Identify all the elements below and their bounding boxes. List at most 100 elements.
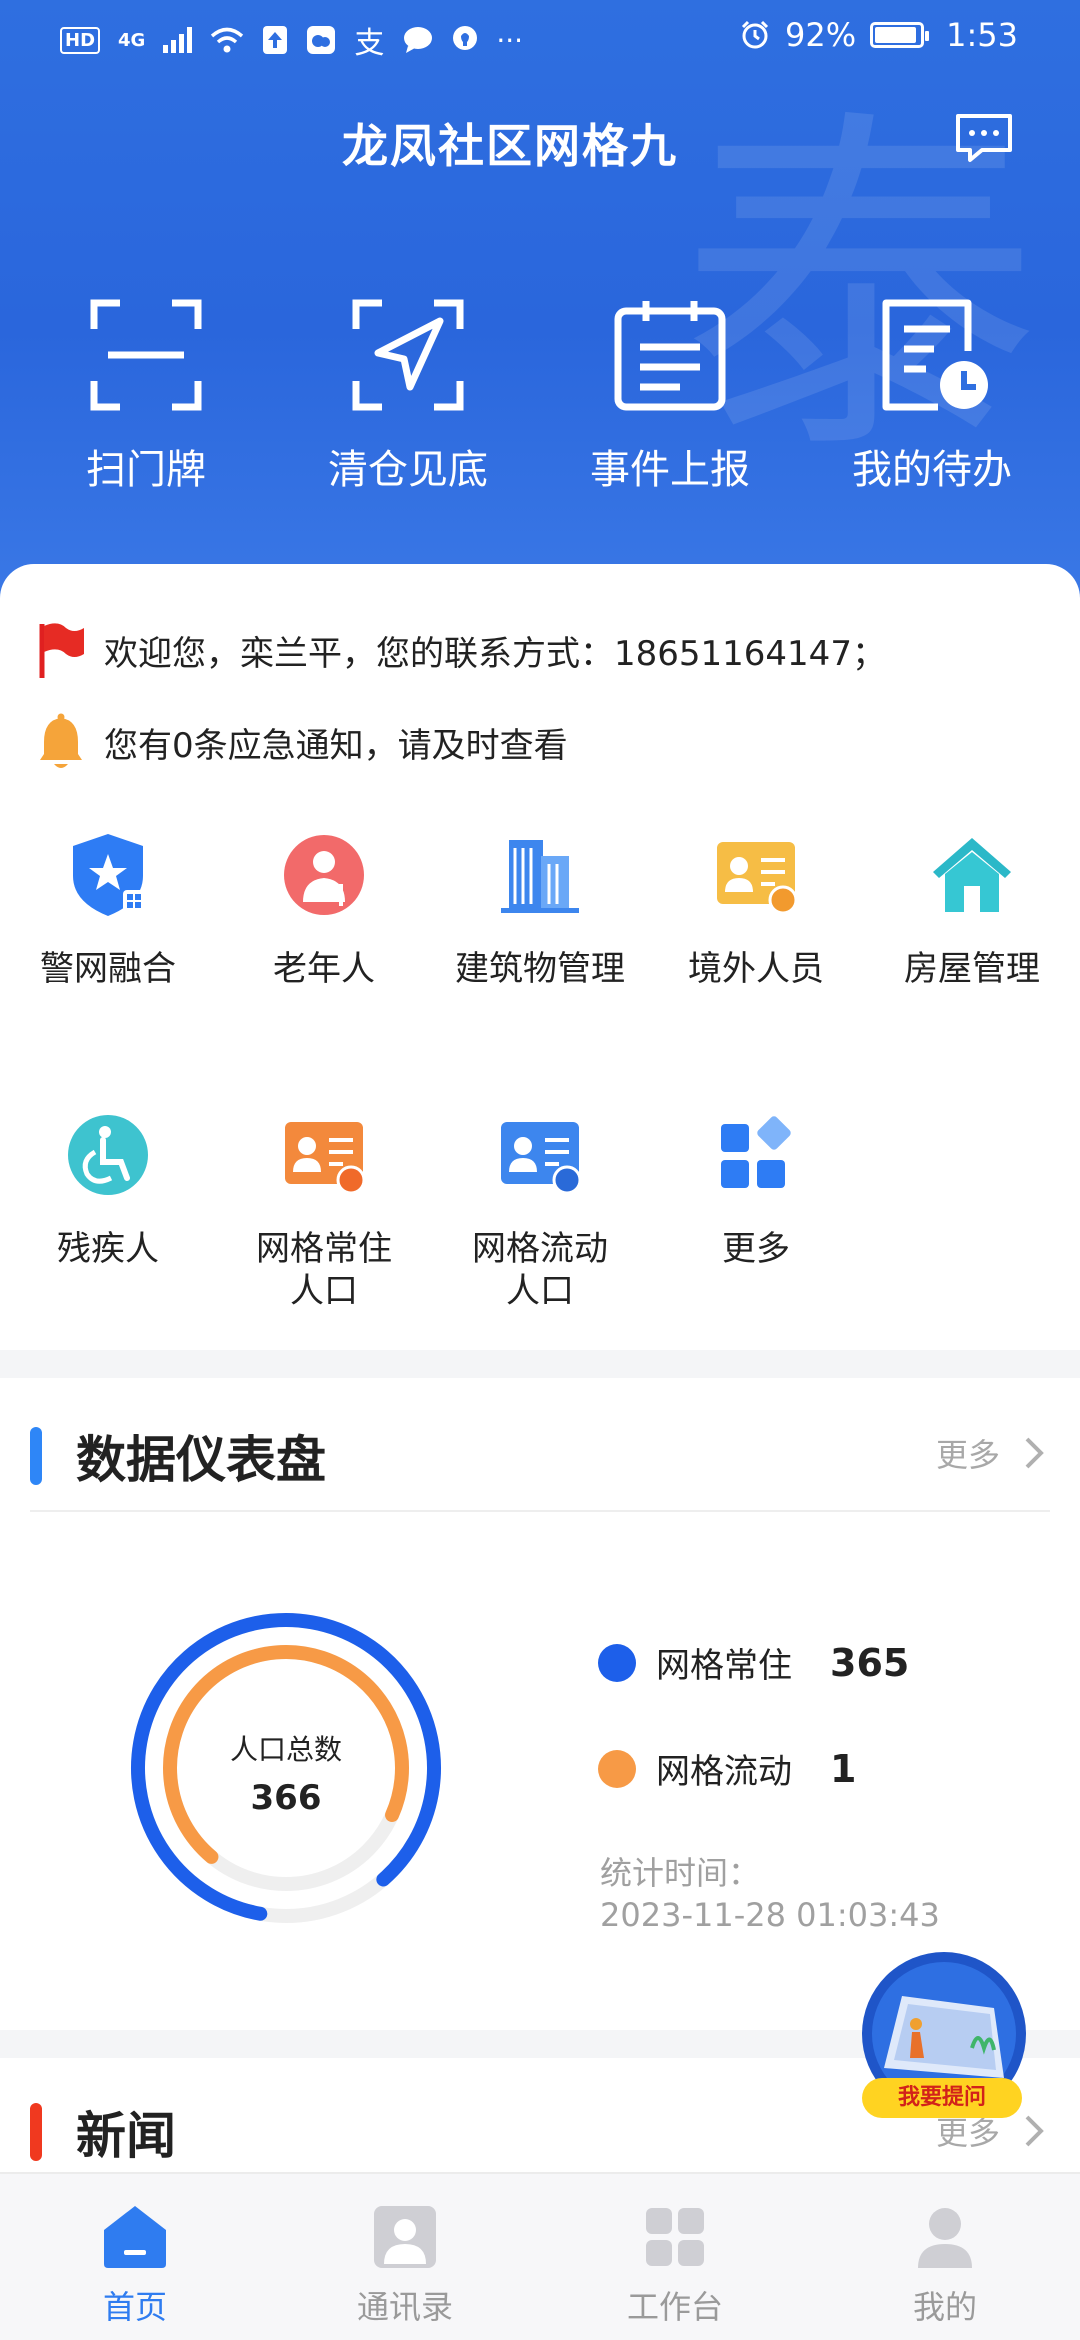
- house-icon: [933, 838, 1011, 912]
- dashboard-title: 数据仪表盘: [76, 1431, 326, 1489]
- dashboard-more-link[interactable]: 更多: [936, 1430, 1044, 1476]
- quick-todo-button[interactable]: 我的待办: [832, 295, 1032, 495]
- donut-label: 人口总数: [229, 1733, 342, 1766]
- stat-time: 统计时间： 2023-11-28 01:03:43: [600, 1852, 940, 1936]
- news-header: 新闻: [30, 2096, 176, 2168]
- grid-label: 建筑物管理: [455, 949, 625, 989]
- section-separator: [0, 1350, 1080, 1378]
- emergency-notice[interactable]: 您有0条应急通知，请及时查看: [36, 712, 568, 772]
- welcome-text: 欢迎您，栾兰平，您的联系方式：18651164147；: [104, 633, 886, 674]
- wifi-icon: [211, 27, 244, 53]
- scan-icon: [90, 299, 202, 411]
- overflow-indicator: ···: [496, 23, 524, 57]
- donut-center: 人口总数 366: [126, 1728, 446, 1818]
- legend-resident-label: 网格常住: [656, 1646, 792, 1686]
- tab-label: 工作台: [626, 2288, 723, 2326]
- alarm-icon: [741, 20, 769, 49]
- message-icon[interactable]: [954, 112, 1014, 164]
- section-divider: [30, 1510, 1050, 1512]
- home-icon: [104, 2206, 166, 2268]
- quick-scan-label: 扫门牌: [86, 447, 206, 493]
- battery-percent: 92%: [785, 16, 857, 54]
- chevron-right-icon: [1025, 1437, 1044, 1469]
- tab-profile[interactable]: 我的: [810, 2174, 1080, 2340]
- quick-scan-button[interactable]: 扫门牌: [46, 295, 246, 495]
- clipboard-icon: [614, 301, 726, 411]
- bell-icon: [40, 713, 82, 768]
- grid-item-building[interactable]: 建筑物管理: [432, 830, 648, 990]
- todo-clock-icon: [882, 299, 988, 411]
- hd-badge: HD: [60, 26, 101, 54]
- grid-label: 境外人员: [688, 949, 824, 989]
- grid-item-elderly[interactable]: 老年人: [216, 830, 432, 990]
- news-title: 新闻: [76, 2107, 176, 2165]
- tab-label: 首页: [102, 2288, 167, 2326]
- grid-item-floating[interactable]: 网格流动人口: [432, 1110, 648, 1312]
- tab-workbench[interactable]: 工作台: [540, 2174, 810, 2340]
- grid-item-house[interactable]: 房屋管理: [864, 830, 1080, 990]
- legend-resident: 网格常住 365: [598, 1638, 909, 1687]
- quick-clear-button[interactable]: 清仓见底: [308, 295, 508, 495]
- dashboard-header: 数据仪表盘: [30, 1420, 326, 1492]
- section-accent-bar: [30, 1427, 42, 1485]
- stat-time-label: 统计时间：: [600, 1854, 761, 1892]
- red-flag-icon: [39, 623, 84, 678]
- police-shield-icon: [73, 834, 145, 916]
- legend-resident-value: 365: [830, 1640, 910, 1685]
- signal-icon: [163, 27, 193, 53]
- grid-label: 残疾人: [57, 1229, 159, 1269]
- grid-item-more[interactable]: 更多: [648, 1110, 864, 1270]
- bottom-tab-bar: 首页 通讯录 工作台 我的: [0, 2172, 1080, 2340]
- floating-person-card-icon: [501, 1122, 582, 1195]
- quick-report-label: 事件上报: [590, 447, 750, 493]
- welcome-notice: 欢迎您，栾兰平，您的联系方式：18651164147；: [36, 620, 886, 680]
- grid-label: 房屋管理: [904, 949, 1040, 989]
- quick-clear-label: 清仓见底: [328, 447, 488, 493]
- battery-icon: [870, 22, 930, 48]
- foreign-person-card-icon: [717, 842, 798, 915]
- navigation-arrow-icon: [352, 299, 464, 411]
- network-type: 4G: [118, 29, 146, 51]
- grid-item-resident[interactable]: 网格常住人口: [216, 1110, 432, 1312]
- legend-floating: 网格流动 1: [598, 1744, 856, 1793]
- tab-contacts[interactable]: 通讯录: [270, 2174, 540, 2340]
- page-title: 龙凤社区网格九: [342, 119, 678, 173]
- grid-item-disabled[interactable]: 残疾人: [0, 1110, 216, 1270]
- tab-label: 通讯录: [356, 2288, 453, 2326]
- status-bar: HD 4G 支 ··· 92% 1:53: [0, 0, 1080, 76]
- grid-label: 更多: [722, 1229, 790, 1269]
- donut-total: 366: [250, 1778, 322, 1818]
- quick-todo-label: 我的待办: [852, 447, 1012, 493]
- tab-home[interactable]: 首页: [0, 2174, 270, 2340]
- contacts-icon: [374, 2206, 436, 2268]
- legend-floating-value: 1: [830, 1746, 857, 1791]
- ask-question-label[interactable]: 我要提问: [862, 2078, 1022, 2118]
- weather-app-icon: [307, 26, 336, 54]
- clock: 1:53: [946, 16, 1018, 54]
- grid-label: 老年人: [273, 949, 375, 989]
- more-grid-icon: [721, 1116, 791, 1188]
- grid-item-foreign[interactable]: 境外人员: [648, 830, 864, 990]
- more-label: 更多: [935, 1436, 1000, 1474]
- legend-dot-floating: [598, 1749, 636, 1788]
- section-accent-bar: [30, 2103, 42, 2161]
- upload-icon: [263, 26, 288, 54]
- legend-dot-resident: [598, 1643, 636, 1682]
- emergency-text: 您有0条应急通知，请及时查看: [104, 725, 568, 766]
- header-banner: 泰 HD 4G 支 ··· 92% 1:53 龙凤社区网格九 扫门牌 清仓见底 …: [0, 0, 1080, 600]
- wheelchair-icon: [68, 1115, 148, 1195]
- chat-notification-icon: [404, 27, 433, 53]
- quick-report-button[interactable]: 事件上报: [570, 295, 770, 495]
- legend-floating-label: 网格流动: [656, 1752, 792, 1792]
- profile-icon: [918, 2208, 972, 2268]
- grid-label: 网格常住人口: [256, 1229, 392, 1311]
- workbench-icon: [646, 2208, 704, 2266]
- stat-time-value: 2023-11-28 01:03:43: [600, 1896, 940, 1934]
- alipay-icon: 支: [354, 26, 385, 61]
- bulb-icon: [453, 26, 478, 50]
- grid-label: 网格流动人口: [472, 1229, 608, 1311]
- grid-item-police[interactable]: 警网融合: [0, 830, 216, 990]
- grid-label: 警网融合: [40, 949, 176, 989]
- building-icon: [501, 840, 579, 913]
- resident-card-icon: [285, 1122, 366, 1195]
